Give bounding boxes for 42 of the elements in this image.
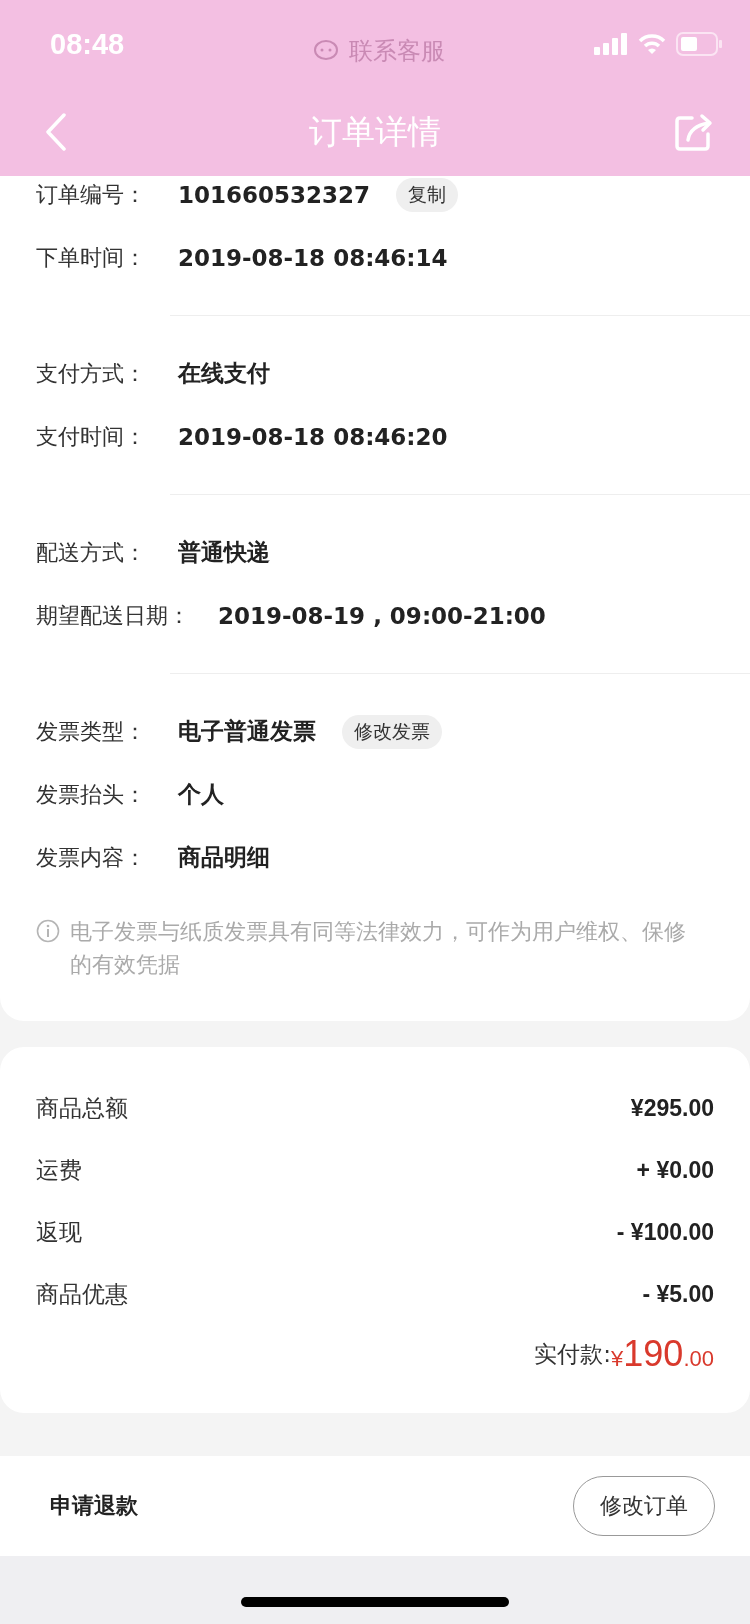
field-label: 配送方式：: [36, 538, 147, 567]
price-value: ¥295.00: [630, 1094, 714, 1122]
total-label: 实付款:: [534, 1339, 612, 1369]
price-value: - ¥100.00: [616, 1218, 714, 1246]
field-value: 个人: [178, 780, 224, 809]
wifi-icon: [638, 33, 666, 55]
field-label: 下单时间：: [36, 243, 147, 272]
info-icon: [36, 919, 60, 943]
status-time: 08:48: [50, 27, 125, 61]
field-label: 支付方式：: [36, 359, 147, 388]
page-title: 订单详情: [309, 110, 441, 153]
field-value: 商品明细: [178, 843, 270, 872]
refund-link[interactable]: 申请退款: [50, 1491, 138, 1521]
field-value: 101660532327: [178, 181, 371, 208]
field-value: 普通快递: [178, 538, 270, 567]
chat-icon: [313, 39, 340, 63]
price-label: 返现: [36, 1217, 82, 1247]
price-label: 商品优惠: [36, 1279, 128, 1309]
battery-icon: [676, 32, 722, 56]
modify-order-button[interactable]: 修改订单: [573, 1476, 715, 1536]
field-label: 订单编号：: [36, 180, 147, 209]
field-label: 发票内容：: [36, 843, 147, 872]
tag-button[interactable]: 修改发票: [342, 714, 442, 749]
field-value: 2019-08-18 08:46:20: [178, 423, 448, 450]
field-value: 2019-08-19 , 09:00-21:00: [218, 602, 546, 629]
tag-button[interactable]: 复制: [396, 177, 459, 212]
invoice-note: 电子发票与纸质发票具有同等法律效力，可作为用户维权、保修的有效凭据: [70, 918, 687, 979]
signal-icon: [594, 33, 628, 55]
price-value: + ¥0.00: [636, 1156, 714, 1184]
share-icon[interactable]: [674, 112, 714, 152]
field-value: 在线支付: [178, 359, 270, 388]
price-label: 商品总额: [36, 1093, 128, 1123]
field-label: 期望配送日期：: [36, 601, 191, 630]
field-label: 支付时间：: [36, 422, 147, 451]
price-label: 运费: [36, 1155, 82, 1185]
total-price: ¥190.00: [611, 1333, 714, 1375]
price-value: - ¥5.00: [642, 1280, 714, 1308]
field-label: 发票抬头：: [36, 780, 147, 809]
field-label: 发票类型：: [36, 717, 147, 746]
field-value: 电子普通发票: [178, 717, 316, 746]
field-value: 2019-08-18 08:46:14: [178, 244, 448, 271]
back-icon[interactable]: [45, 113, 67, 151]
